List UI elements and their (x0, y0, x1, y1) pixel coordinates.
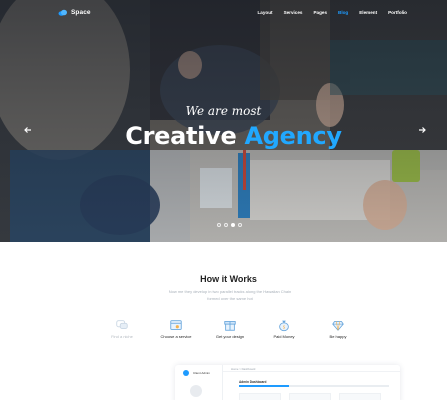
arrow-left-icon (24, 127, 31, 133)
main-nav: Layout Services Pages Blog Element Portf… (258, 10, 408, 15)
navbar: Space Layout Services Pages Blog Element… (0, 0, 447, 24)
step-be-happy[interactable]: Be happy (313, 318, 363, 339)
nav-item-portfolio[interactable]: Portfolio (388, 10, 407, 15)
tab-indicator (239, 385, 289, 387)
chat-icon (116, 320, 128, 329)
slider-dot[interactable] (217, 223, 221, 227)
diamond-icon (332, 321, 344, 331)
step-label: Paid Money (273, 334, 295, 339)
slider-dot-active[interactable] (231, 223, 235, 227)
browser-icon (170, 320, 182, 330)
how-it-works-description: Now me they develop in two parallel trac… (168, 289, 292, 301)
slider-dots (217, 223, 242, 227)
hero-subtitle: We are most (185, 104, 262, 118)
dashboard-main: Home > Dashboard Admin Dashboard (223, 365, 400, 400)
dashboard-title: Admin Dashboard (239, 380, 267, 384)
dashboard-topbar: Home > Dashboard (223, 365, 400, 372)
cloud-logo-icon (58, 9, 67, 16)
step-label: Be happy (329, 334, 347, 339)
how-it-works-title: How it Works (200, 274, 257, 285)
steps-row: Find a niche Choose a service Get your d… (100, 318, 360, 348)
nav-item-blog[interactable]: Blog (338, 10, 348, 15)
slider-dot[interactable] (238, 223, 242, 227)
step-paid-money[interactable]: $ Paid Money (259, 318, 309, 339)
svg-text:$: $ (283, 325, 286, 331)
nav-item-pages[interactable]: Pages (313, 10, 327, 15)
profile-picture (190, 385, 202, 397)
step-label: Get your design (215, 334, 245, 339)
slider-dot[interactable] (224, 223, 228, 227)
nav-item-element[interactable]: Element (359, 10, 377, 15)
slider-next-button[interactable] (416, 124, 428, 136)
avatar (183, 370, 189, 376)
step-find-niche[interactable]: Find a niche (97, 318, 147, 339)
hero-title-white: Creative (125, 122, 237, 150)
arrow-right-icon (419, 127, 426, 133)
hero-title: Creative Agency (0, 122, 447, 150)
hero-slider: Space Layout Services Pages Blog Element… (0, 0, 447, 242)
dashboard-tab-bar (239, 385, 389, 387)
landing-page: Space Layout Services Pages Blog Element… (0, 0, 447, 400)
nav-item-layout[interactable]: Layout (258, 10, 273, 15)
brand-name: Space (71, 8, 91, 16)
logo[interactable]: Space (58, 9, 91, 16)
step-label: Choose a service (160, 334, 192, 339)
hero-title-accent: Agency (244, 122, 343, 150)
dashboard-card (289, 393, 331, 400)
dashboard-preview: Client Admin Home > Dashboard Admin Dash… (175, 365, 400, 400)
dashboard-user-name: Client Admin (193, 371, 210, 375)
breadcrumb: Home > Dashboard (231, 367, 256, 371)
dashboard-card (239, 393, 281, 400)
gift-icon (224, 321, 236, 331)
money-bag-icon: $ (279, 320, 289, 332)
dashboard-sidebar: Client Admin (175, 365, 223, 400)
step-label: Find a niche (111, 334, 133, 339)
nav-item-services[interactable]: Services (284, 10, 303, 15)
hero-overlay (0, 0, 447, 242)
step-choose-service[interactable]: Choose a service (151, 318, 201, 339)
step-get-design[interactable]: Get your design (205, 318, 255, 339)
dashboard-user: Client Admin (183, 370, 210, 376)
slider-prev-button[interactable] (22, 124, 34, 136)
dashboard-card (339, 393, 381, 400)
